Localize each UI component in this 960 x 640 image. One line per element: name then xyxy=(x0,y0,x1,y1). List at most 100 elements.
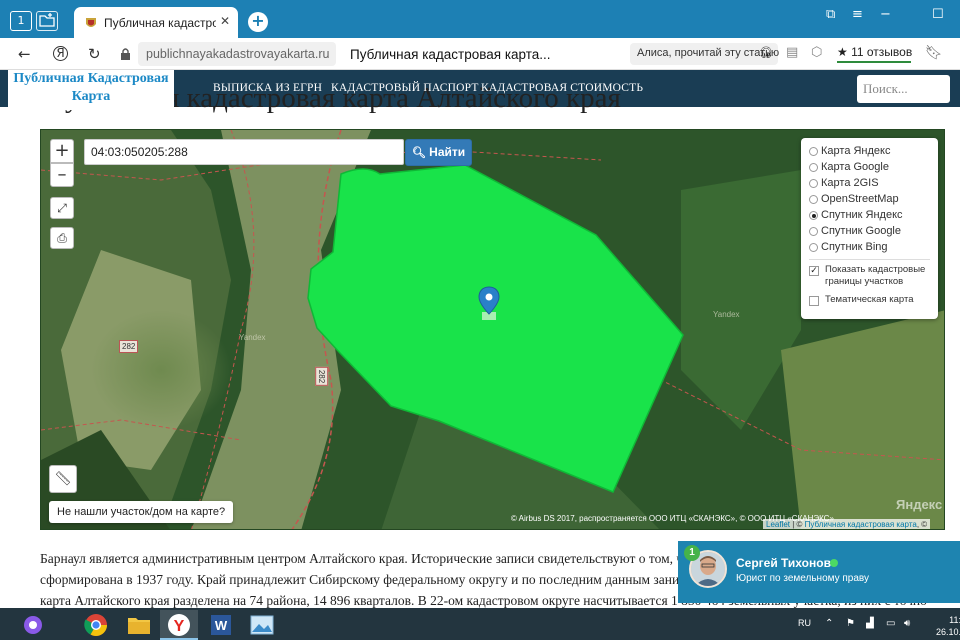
tab-close-icon[interactable]: ✕ xyxy=(220,14,230,28)
layer-option[interactable]: Спутник Bing xyxy=(809,240,930,256)
layer-divider xyxy=(809,259,930,260)
bookmark-icon[interactable]: 🔖︎ xyxy=(925,45,943,61)
cadastral-boundaries-toggle[interactable]: ✓ Показать кадастровые границы участков xyxy=(809,264,930,292)
logo-line-1: Публичная Кадастровая xyxy=(13,71,169,86)
layer-option[interactable]: Карта Google xyxy=(809,160,930,176)
site-search-box xyxy=(857,75,950,103)
radio-unselected[interactable] xyxy=(809,147,818,156)
alice-read-label: Алиса, прочитай эту статью xyxy=(637,47,780,59)
map-attribution: Leaflet | © Публичная кадастровая карта,… xyxy=(763,519,931,529)
radio-unselected[interactable] xyxy=(809,195,818,204)
zoom-out-button[interactable]: – xyxy=(50,163,74,187)
layer-option[interactable]: OpenStreetMap xyxy=(809,192,930,208)
article-line: Барнаул является административным центро… xyxy=(40,551,713,566)
unread-badge: 1 xyxy=(684,545,700,561)
maximize-icon[interactable]: ☐ xyxy=(932,7,944,22)
flag-icon[interactable]: ⚑ xyxy=(846,618,855,629)
location-marker-icon[interactable] xyxy=(478,286,500,320)
clock-date: 26.10.2 xyxy=(935,627,960,637)
ruler-icon[interactable]: 📏︎ xyxy=(49,465,77,493)
nav-egrn-extract[interactable]: ВЫПИСКА ИЗ ЕГРН xyxy=(213,82,322,94)
clock[interactable]: 11:1 26.10.2 xyxy=(926,614,960,638)
minimize-icon[interactable]: − xyxy=(880,7,891,22)
checkbox-unchecked[interactable] xyxy=(809,296,819,306)
new-tab-button[interactable]: + xyxy=(248,12,268,32)
yandex-watermark: Яндекс xyxy=(896,497,943,512)
file-explorer-taskbar-icon[interactable] xyxy=(120,610,158,640)
thematic-map-toggle[interactable]: Тематическая карта xyxy=(809,294,930,308)
reviews-link[interactable]: ★ 11 отзывов xyxy=(837,45,912,63)
consultant-name: Сергей Тихонов xyxy=(736,556,831,570)
radio-unselected[interactable] xyxy=(809,227,818,236)
network-icon[interactable]: ▟ xyxy=(866,618,874,629)
zoom-in-button[interactable]: + xyxy=(50,139,74,163)
browser-tab-strip: 1 Публичная кадастрова ✕ + ⧉ ≡ − ☐ xyxy=(0,0,960,38)
article-line: сформирована в 1937 году. Край принадлеж… xyxy=(40,572,717,587)
layer-option-label: Спутник Яндекс xyxy=(821,209,903,221)
radio-selected[interactable] xyxy=(809,211,818,220)
alice-read-button[interactable]: Алиса, прочитай эту статью 🎧︎ xyxy=(630,43,780,65)
map-watermark-label: Yandex xyxy=(239,333,266,342)
svg-text:W: W xyxy=(215,618,228,633)
nav-cadastral-passport[interactable]: КАДАСТРОВЫЙ ПАСПОРТ xyxy=(331,82,479,94)
word-taskbar-icon[interactable]: W xyxy=(202,610,240,640)
tab-group-icon[interactable] xyxy=(36,11,58,31)
layer-option[interactable]: Спутник Яндекс xyxy=(809,208,930,224)
layer-option[interactable]: Карта Яндекс xyxy=(809,144,930,160)
yandex-logo-icon[interactable]: Я xyxy=(53,46,68,61)
radio-unselected[interactable] xyxy=(809,163,818,172)
extensions-icon[interactable]: ⬡ xyxy=(811,45,822,60)
active-tab[interactable]: Публичная кадастрова ✕ xyxy=(74,7,238,38)
input-language-indicator[interactable]: RU xyxy=(798,618,811,628)
folder-plus-icon xyxy=(38,13,55,27)
road-number-badge: 282 xyxy=(315,366,329,387)
layer-option[interactable]: Спутник Google xyxy=(809,224,930,240)
consultant-role: Юрист по земельному праву xyxy=(736,573,870,584)
road-number-badge: 282 xyxy=(119,340,139,353)
windows-taskbar: Y W RU ⌃ ⚑ ▟ ▭ 🔊︎ 11:1 26.10.2 xyxy=(0,608,960,640)
reader-mode-icon[interactable]: ▤ xyxy=(786,45,798,60)
address-page-title: Публичная кадастровая карта... xyxy=(350,47,551,62)
yandex-browser-taskbar-icon[interactable]: Y xyxy=(160,610,198,640)
tray-chevron-icon[interactable]: ⌃ xyxy=(825,618,833,629)
alice-taskbar-icon[interactable] xyxy=(18,610,48,640)
headphones-icon: 🎧︎ xyxy=(759,46,773,59)
layer-option-label: OpenStreetMap xyxy=(821,193,899,205)
battery-icon[interactable]: ▭ xyxy=(886,618,895,629)
site-attribution-link[interactable]: Публичная кадастровая карта xyxy=(805,520,917,529)
volume-icon[interactable]: 🔊︎ xyxy=(904,618,910,629)
layer-option-label: Карта Google xyxy=(821,161,889,173)
search-icon: 🔍︎ xyxy=(411,146,426,159)
cadastral-map[interactable]: Yandex Yandex 282 282 + – ⤢ ⎙ 🔍︎ Найти К… xyxy=(40,129,945,530)
map-watermark-label: Yandex xyxy=(713,310,740,319)
lock-icon[interactable] xyxy=(120,47,131,60)
photos-taskbar-icon[interactable] xyxy=(243,610,281,640)
site-search-input[interactable] xyxy=(857,75,950,103)
not-found-button[interactable]: Не нашли участок/дом на карте? xyxy=(49,501,234,523)
tab-counter-button[interactable]: 1 xyxy=(10,11,32,31)
rosreestr-emblem-icon xyxy=(86,18,96,27)
cadastral-boundaries-label: Показать кадастровые границы участков xyxy=(825,264,926,287)
back-icon[interactable]: ← xyxy=(18,45,31,63)
reload-icon[interactable]: ↻ xyxy=(88,45,101,63)
site-logo[interactable]: Публичная Кадастровая Карта xyxy=(8,70,174,110)
menu-icon[interactable]: ≡ xyxy=(852,7,863,22)
tab-title: Публичная кадастрова xyxy=(104,16,216,30)
bookmark-window-icon[interactable]: ⧉ xyxy=(826,7,835,22)
nav-cadastral-value[interactable]: КАДАСТРОВАЯ СТОИМОСТЬ xyxy=(481,82,643,94)
svg-text:Y: Y xyxy=(174,618,185,635)
cadastral-number-input[interactable] xyxy=(84,139,404,165)
address-bar: ← Я ↻ publichnayakadastrovayakarta.ru Пу… xyxy=(0,38,960,70)
fullscreen-icon[interactable]: ⤢ xyxy=(50,197,74,219)
consultant-chat-widget[interactable]: 1 Сергей Тихонов Юрист по земельному пра… xyxy=(678,541,960,603)
radio-unselected[interactable] xyxy=(809,179,818,188)
print-icon[interactable]: ⎙ xyxy=(50,227,74,249)
checkbox-checked[interactable]: ✓ xyxy=(809,266,819,276)
chrome-taskbar-icon[interactable] xyxy=(77,610,115,640)
layer-option[interactable]: Карта 2GIS xyxy=(809,176,930,192)
url-field[interactable]: publichnayakadastrovayakarta.ru xyxy=(138,42,336,66)
url-text: publichnayakadastrovayakarta.ru xyxy=(146,47,330,61)
find-button[interactable]: 🔍︎ Найти xyxy=(405,139,472,166)
radio-unselected[interactable] xyxy=(809,243,818,252)
leaflet-link[interactable]: Leaflet xyxy=(766,520,790,529)
